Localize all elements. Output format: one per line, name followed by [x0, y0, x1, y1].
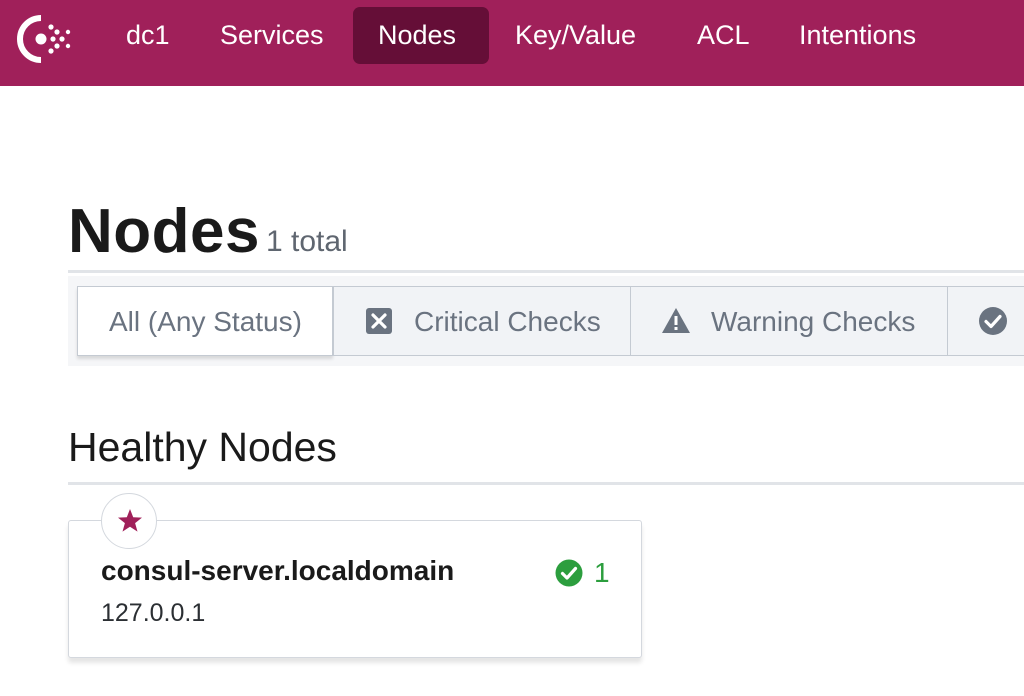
- section-divider: [68, 482, 1024, 485]
- filter-tab-critical[interactable]: Critical Checks: [333, 286, 631, 356]
- nav-key-value[interactable]: Key/Value: [490, 7, 661, 64]
- node-card[interactable]: consul-server.localdomain 127.0.0.1 1: [68, 493, 642, 658]
- status-filter-bar: All (Any Status) Critical Checks Warning…: [68, 276, 1024, 366]
- passing-checks-count: 1: [594, 557, 610, 588]
- filter-tab-passing[interactable]: [947, 286, 1024, 356]
- node-total-count: 1 total: [266, 225, 348, 258]
- section-title-healthy-nodes: Healthy Nodes: [68, 424, 337, 470]
- node-address: 127.0.0.1: [101, 599, 206, 627]
- nav-acl[interactable]: ACL: [672, 7, 775, 64]
- nav-intentions[interactable]: Intentions: [774, 7, 941, 64]
- passing-check-icon: [979, 307, 1007, 335]
- nav-services[interactable]: Services: [195, 7, 349, 64]
- star-icon: [118, 509, 142, 532]
- top-navigation-bar: dc1 Services Nodes Key/Value ACL Intenti…: [0, 0, 1024, 86]
- title-divider: [68, 270, 1024, 273]
- leader-badge: [101, 493, 157, 549]
- filter-tab-warning[interactable]: Warning Checks: [630, 286, 948, 356]
- nav-nodes[interactable]: Nodes: [353, 7, 489, 64]
- warning-triangle-icon: [662, 308, 690, 333]
- filter-tab-label: Warning Checks: [711, 306, 916, 337]
- page-title: Nodes: [68, 197, 260, 266]
- node-name[interactable]: consul-server.localdomain: [101, 555, 454, 587]
- consul-logo-icon[interactable]: [16, 14, 74, 64]
- filter-tab-all[interactable]: All (Any Status): [77, 286, 333, 356]
- filter-tab-label: All (Any Status): [109, 306, 302, 337]
- filter-tab-label: Critical Checks: [414, 306, 601, 337]
- nav-datacenter-dc1[interactable]: dc1: [101, 7, 195, 64]
- check-circle-icon: [555, 559, 583, 587]
- critical-x-icon: [366, 308, 392, 334]
